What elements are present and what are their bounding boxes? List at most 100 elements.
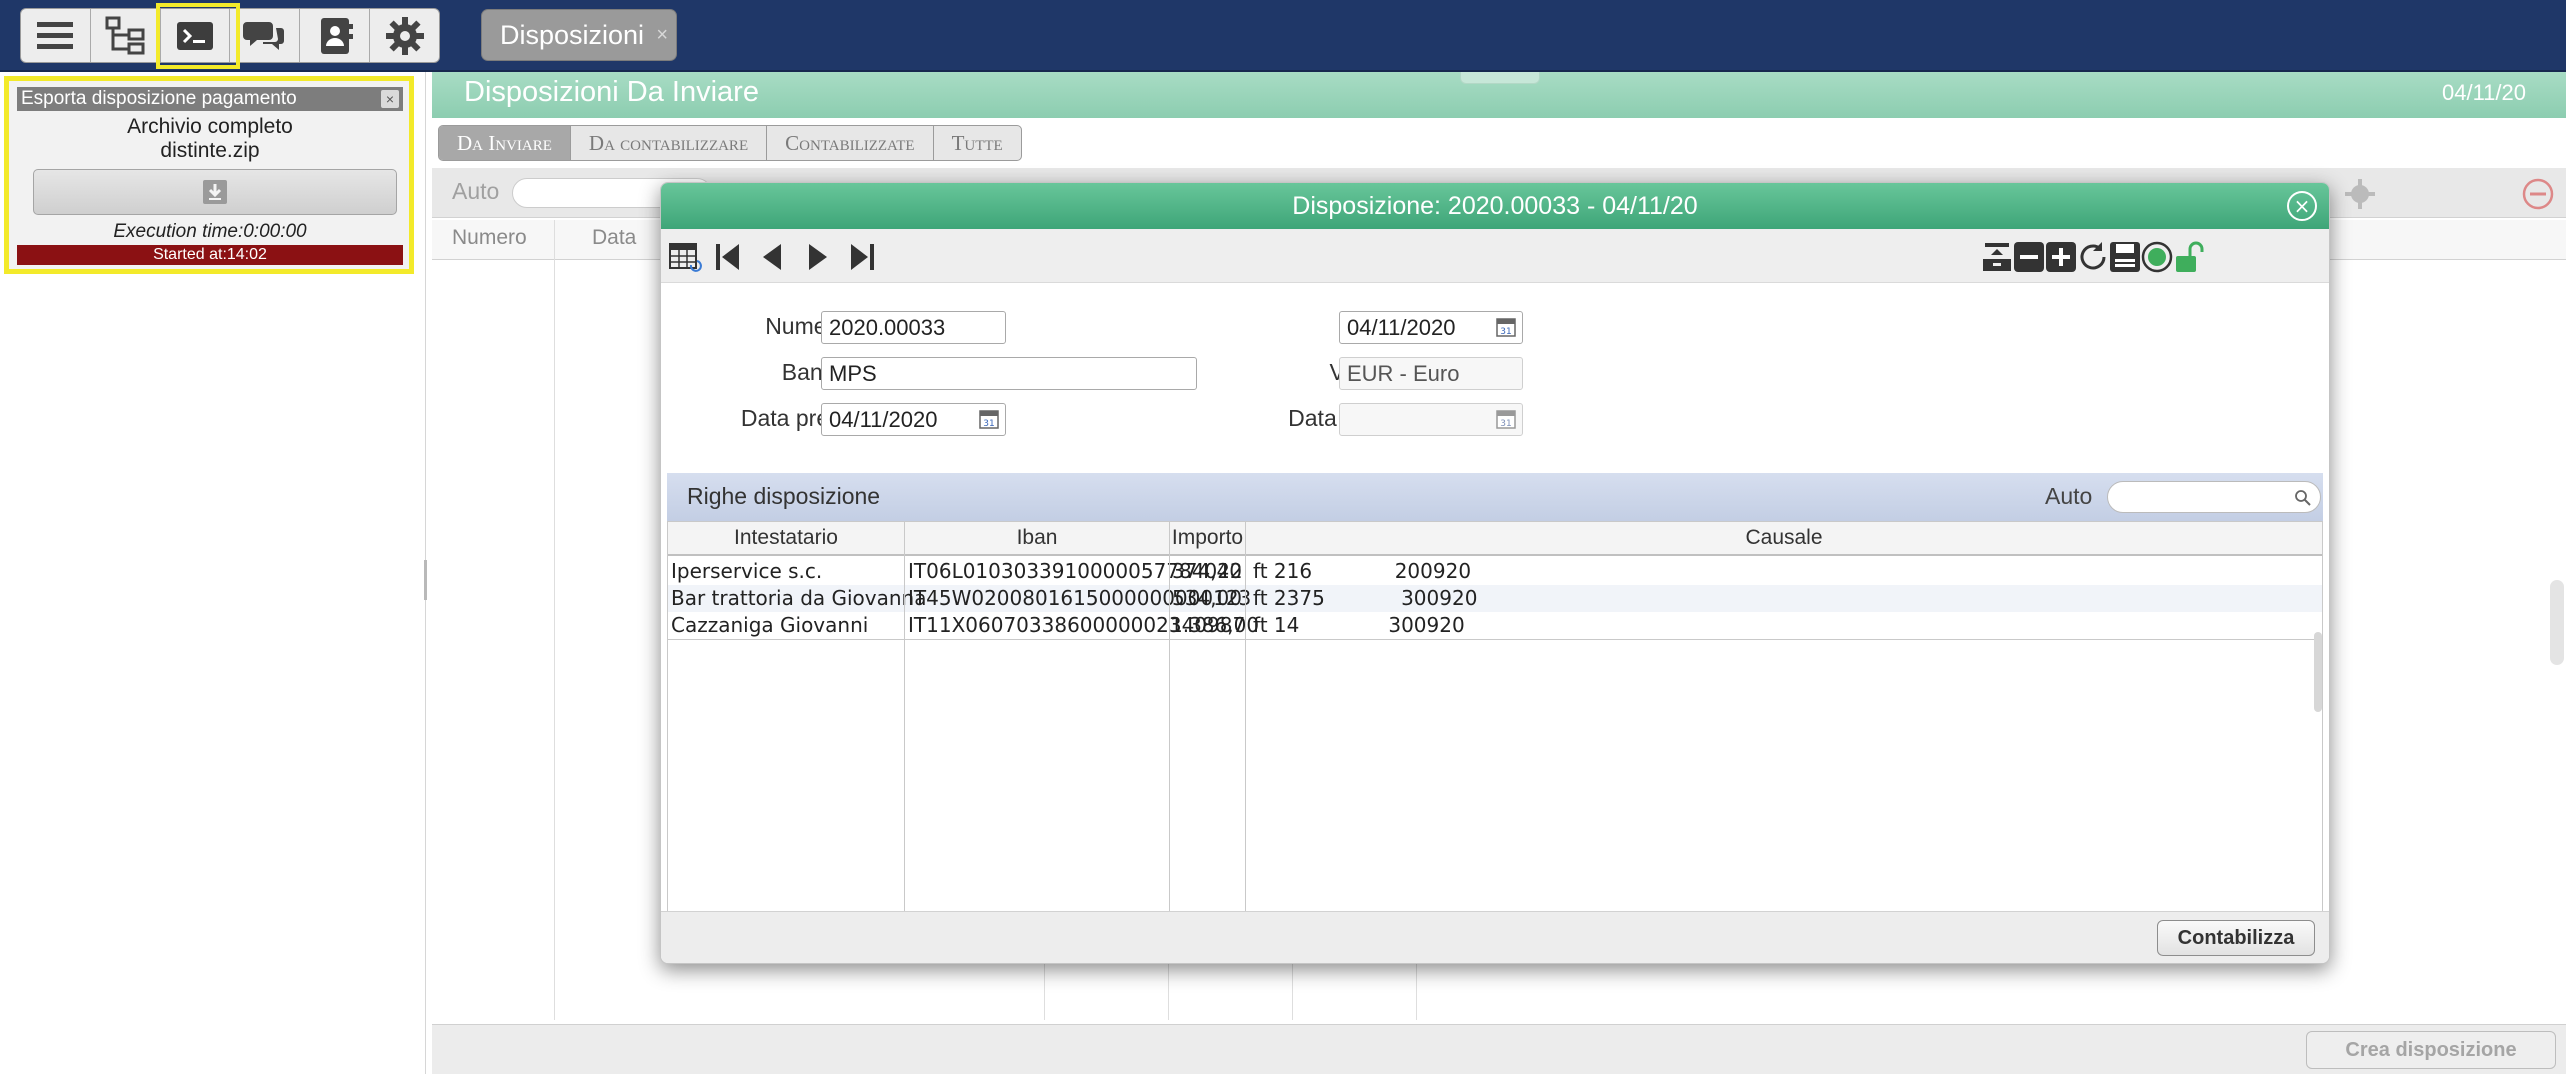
- table-row[interactable]: Iperservice s.c. IT06L010303391000005778…: [668, 558, 2322, 585]
- calendar-icon[interactable]: 31: [1495, 408, 1517, 430]
- cell-importo: 534,00: [1172, 586, 1242, 610]
- rows-panel-header: Righe disposizione Auto: [667, 473, 2323, 521]
- table-row[interactable]: Bar trattoria da Giovanna IT45W020080161…: [668, 585, 2322, 612]
- calendar-icon[interactable]: 31: [978, 408, 1000, 430]
- top-bar: Disposizioni ×: [0, 0, 2566, 72]
- dialog-toolbar: [661, 229, 2329, 283]
- cell-importo: 1.386,00: [1170, 613, 1260, 637]
- tree-button[interactable]: [91, 9, 161, 62]
- dialog-footer: Contabilizza: [661, 911, 2329, 963]
- col-intestatario[interactable]: Intestatario: [668, 522, 904, 556]
- archive-icon[interactable]: [1979, 239, 2015, 275]
- data-cont-field[interactable]: 31: [1339, 403, 1523, 436]
- svg-text:31: 31: [1500, 327, 1511, 337]
- data-pres-field[interactable]: 04/11/2020 31: [821, 403, 1006, 436]
- column-divider: [1169, 522, 1170, 932]
- header-handle[interactable]: [1460, 72, 1540, 84]
- settings-button[interactable]: [370, 9, 439, 62]
- settings-icon[interactable]: [2342, 176, 2378, 212]
- page-scrollbar[interactable]: [2550, 580, 2564, 665]
- col-causale[interactable]: Causale: [1246, 522, 2322, 556]
- cell-causale: ft 14 300920: [1253, 613, 1465, 637]
- job-header: Esporta disposizione pagamento ×: [17, 87, 403, 111]
- search-icon: [2295, 490, 2311, 506]
- hamburger-icon: [37, 21, 74, 49]
- status-icon[interactable]: [2139, 239, 2175, 275]
- cell-causale: ft 216 200920: [1253, 559, 1472, 583]
- tab-da-inviare[interactable]: Da Inviare: [439, 126, 571, 160]
- contabilizza-button[interactable]: Contabilizza: [2157, 920, 2315, 956]
- column-divider: [904, 522, 905, 932]
- download-icon: [203, 180, 227, 204]
- download-button[interactable]: [33, 169, 397, 215]
- delete-record-icon[interactable]: [2011, 239, 2047, 275]
- svg-text:31: 31: [1500, 419, 1511, 429]
- page-footer: Crea disposizione: [432, 1024, 2566, 1074]
- rows-panel-title: Righe disposizione: [687, 483, 881, 509]
- col-importo[interactable]: Importo: [1170, 522, 1245, 556]
- col-iban[interactable]: Iban: [905, 522, 1169, 556]
- contacts-button[interactable]: [300, 9, 371, 62]
- chat-icon: [242, 21, 284, 50]
- grid-line: [554, 220, 555, 1020]
- numero-label: Numero: [765, 313, 847, 339]
- job-file-label: Archivio completo: [127, 115, 293, 138]
- svg-text:31: 31: [983, 419, 994, 429]
- last-record-icon[interactable]: [843, 239, 879, 275]
- rows-table-header: Intestatario Iban Importo Causale: [668, 522, 2322, 556]
- cell-importo: 374,40: [1172, 559, 1242, 583]
- menu-button[interactable]: [21, 9, 91, 62]
- previous-record-icon[interactable]: [755, 239, 791, 275]
- cell-intestatario: Cazzaniga Giovanni: [671, 613, 869, 637]
- data-field[interactable]: 04/11/2020 31: [1339, 311, 1523, 344]
- tree-icon: [105, 16, 145, 54]
- tab-disposizioni[interactable]: Disposizioni ×: [481, 9, 677, 61]
- table-row[interactable]: Cazzaniga Giovanni IT11X0607033860000002…: [668, 612, 2322, 639]
- first-record-icon[interactable]: [711, 239, 747, 275]
- page-date: 04/11/20: [2441, 80, 2526, 105]
- dialog-title: Disposizione: 2020.00033 - 04/11/20: [1292, 192, 1698, 220]
- data-pres-value: 04/11/2020: [829, 407, 938, 432]
- job-file-name: distinte.zip: [160, 139, 260, 162]
- numero-field[interactable]: 2020.00033: [821, 311, 1006, 344]
- add-record-icon[interactable]: [2043, 239, 2079, 275]
- disposition-dialog: Disposizione: 2020.00033 - 04/11/20 × Nu…: [660, 182, 2330, 964]
- save-icon[interactable]: [2107, 239, 2143, 275]
- cell-intestatario: Bar trattoria da Giovanna: [671, 586, 927, 610]
- col-numero[interactable]: Numero: [452, 226, 527, 250]
- page-title: Disposizioni Da Inviare: [464, 76, 759, 108]
- banca-field[interactable]: MPS: [821, 357, 1197, 390]
- next-record-icon[interactable]: [799, 239, 835, 275]
- job-title: Esporta disposizione pagamento: [21, 88, 297, 109]
- gear-icon: [385, 16, 424, 55]
- unlock-record-icon[interactable]: [2171, 239, 2207, 275]
- banca-label: Banca: [781, 359, 847, 385]
- rows-search-input[interactable]: [2107, 481, 2321, 513]
- column-divider: [1245, 522, 1246, 932]
- tab-tutte[interactable]: Tutte: [934, 126, 1021, 160]
- col-data[interactable]: Data: [592, 226, 636, 250]
- rows-separator: [668, 639, 2322, 640]
- data-pres-label: Data pres.: [740, 405, 847, 431]
- calendar-icon[interactable]: 31: [1495, 316, 1517, 338]
- table-scrollbar[interactable]: [2314, 632, 2322, 712]
- rows-auto-label: Auto: [2045, 483, 2093, 509]
- messages-button[interactable]: [230, 9, 301, 62]
- tab-label: Disposizioni: [500, 20, 645, 50]
- tab-close-icon[interactable]: ×: [656, 10, 668, 60]
- table-view-icon[interactable]: [667, 239, 703, 275]
- job-close-icon[interactable]: ×: [381, 90, 399, 108]
- tab-da-contabilizzare[interactable]: Da contabilizzare: [571, 126, 768, 160]
- remove-icon[interactable]: [2520, 176, 2556, 212]
- address-book-icon: [320, 17, 353, 54]
- tab-contabilizzate[interactable]: Contabilizzate: [767, 126, 934, 160]
- valuta-field[interactable]: EUR - Euro: [1339, 357, 1523, 390]
- auto-label: Auto: [452, 178, 500, 204]
- create-disposition-button[interactable]: Crea disposizione: [2306, 1031, 2556, 1069]
- started-at-bar: Started at:14:02: [17, 245, 403, 265]
- refresh-icon[interactable]: [2075, 239, 2111, 275]
- dialog-close-icon[interactable]: ×: [2287, 191, 2317, 221]
- splitter-handle[interactable]: [424, 560, 427, 600]
- export-job-panel: Esporta disposizione pagamento × Archivi…: [4, 76, 414, 274]
- cell-causale: ft 2375 300920: [1253, 586, 1478, 610]
